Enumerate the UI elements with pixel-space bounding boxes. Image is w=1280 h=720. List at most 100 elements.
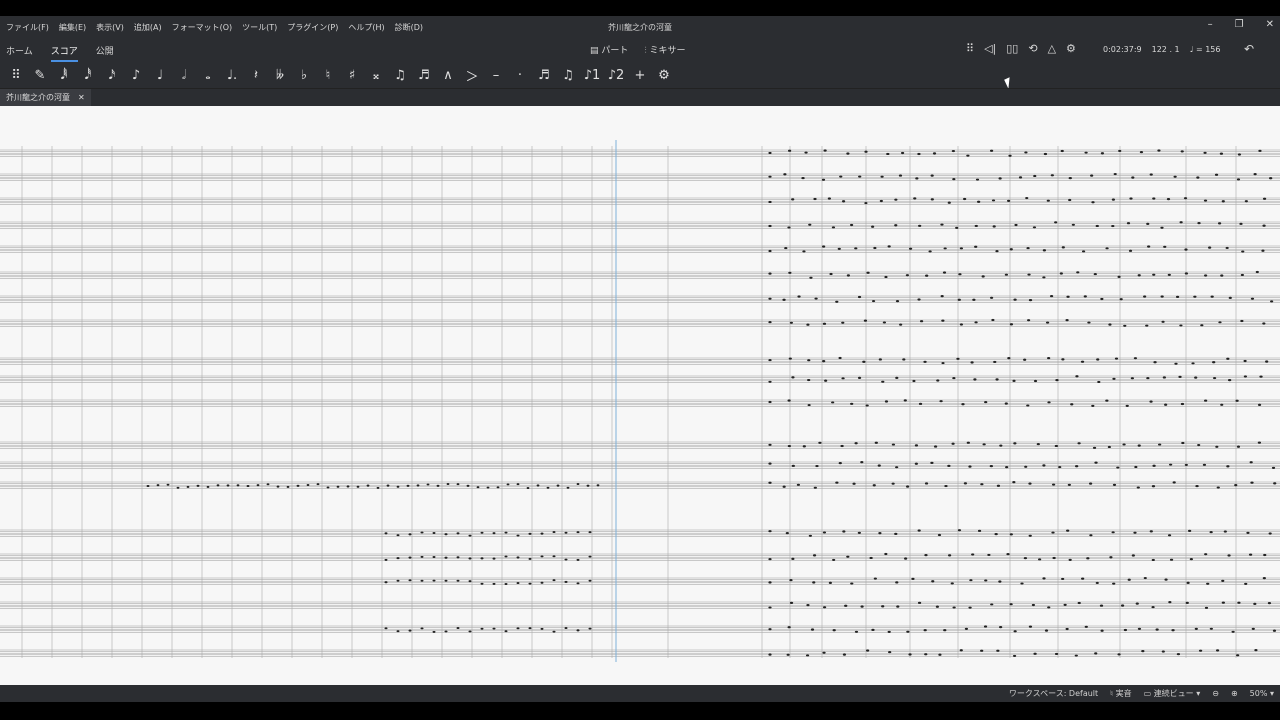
menu-tools[interactable]: ツール(T): [242, 22, 277, 33]
voice-2-icon[interactable]: ♪2: [604, 68, 628, 83]
double-sharp-icon[interactable]: 𝄪: [364, 68, 388, 83]
note-head: [1262, 197, 1267, 200]
menu-add[interactable]: 追加(A): [134, 22, 162, 33]
note-head: [964, 627, 969, 630]
note-head: [1163, 245, 1167, 248]
double-flat-icon[interactable]: 𝄫: [268, 68, 292, 83]
tab-score[interactable]: スコア: [50, 44, 78, 62]
quarter-note-icon[interactable]: ♩: [148, 68, 172, 83]
position-display: 122 . 1: [1151, 45, 1180, 54]
tab-home[interactable]: ホーム: [6, 44, 33, 62]
note-head: [966, 154, 970, 157]
note-head: [857, 295, 862, 299]
tie-icon[interactable]: ♫: [388, 68, 412, 83]
menu-file[interactable]: ファイル(F): [6, 22, 49, 33]
note-head: [564, 558, 568, 561]
dotted-note-icon[interactable]: ♩.: [220, 68, 244, 83]
marcato-icon[interactable]: ∧: [436, 68, 460, 83]
minimize-button[interactable]: –: [1208, 19, 1213, 30]
zoom-in-icon[interactable]: ⊕: [1231, 689, 1238, 698]
note-head: [937, 533, 942, 537]
maximize-button[interactable]: ❐: [1235, 19, 1244, 30]
voice-1-icon[interactable]: ♪1: [580, 68, 604, 83]
note-head: [822, 245, 826, 248]
menu-diagnostic[interactable]: 診断(D): [395, 22, 423, 33]
menu-edit[interactable]: 編集(E): [59, 22, 86, 33]
workspace-label[interactable]: ワークスペース: Default: [1009, 688, 1098, 699]
tab-publish[interactable]: 公開: [96, 44, 114, 62]
note-head: [1167, 534, 1172, 537]
rest-icon[interactable]: 𝄽: [244, 68, 268, 83]
zoom-out-icon[interactable]: ⊖: [1212, 689, 1219, 698]
note-head: [1268, 532, 1272, 535]
note-head: [266, 483, 270, 486]
note-head: [396, 557, 400, 560]
rewind-icon[interactable]: ◁|: [984, 42, 996, 55]
accent-icon[interactable]: ＞: [460, 66, 484, 85]
tenuto-icon[interactable]: –: [484, 68, 508, 83]
zoom-select[interactable]: 50% ▾: [1250, 689, 1274, 698]
note-head: [564, 580, 568, 583]
note-head: [878, 358, 882, 361]
note-head: [1054, 221, 1058, 224]
note-head: [1091, 201, 1095, 204]
menu-view[interactable]: 表示(V): [96, 22, 124, 33]
sixty-fourth-note-icon[interactable]: 𝅘𝅥𝅱: [52, 68, 76, 83]
loop-icon[interactable]: ⟲: [1028, 42, 1037, 55]
mixer-button[interactable]: ⫶ ミキサー: [644, 43, 685, 56]
add-icon[interactable]: +: [628, 68, 652, 83]
eighth-note-icon[interactable]: ♪: [124, 68, 148, 83]
score-canvas[interactable]: [0, 106, 1280, 686]
note-head: [852, 482, 856, 485]
note-head: [1133, 531, 1137, 534]
note-head: [1219, 152, 1224, 155]
metronome-icon[interactable]: △: [1048, 42, 1056, 55]
note-head: [1024, 151, 1028, 154]
note-head: [838, 462, 842, 465]
drag-handle-icon[interactable]: ⠿: [966, 42, 974, 55]
slur-icon[interactable]: ♬: [412, 68, 436, 83]
note-head: [1044, 629, 1049, 632]
note-head: [1147, 245, 1151, 248]
score-view[interactable]: [0, 106, 1280, 686]
note-head: [982, 443, 986, 446]
menu-help[interactable]: ヘルプ(H): [348, 22, 384, 33]
note-head: [1135, 602, 1139, 605]
play-pause-icon[interactable]: ▯▯: [1006, 42, 1018, 55]
parts-label: パート: [601, 46, 629, 56]
note-head: [866, 271, 870, 274]
note-head: [1077, 442, 1081, 445]
whole-note-icon[interactable]: 𝅝: [196, 68, 220, 83]
note-head: [1143, 576, 1147, 580]
view-mode-select[interactable]: ▭ 連続ビュー ▾: [1144, 688, 1201, 699]
flip-icon[interactable]: ♫: [556, 68, 580, 83]
sharp-icon[interactable]: ♯: [340, 68, 364, 83]
time-display: 0:02:37:9: [1103, 45, 1142, 54]
note-head: [865, 404, 869, 407]
natural-icon[interactable]: ♮: [316, 68, 340, 83]
tuplet-icon[interactable]: ♬: [532, 68, 556, 83]
menu-format[interactable]: フォーマット(O): [172, 22, 233, 33]
half-note-icon[interactable]: 𝅗𝅥: [172, 68, 196, 83]
note-head: [1228, 296, 1232, 299]
note-head: [894, 532, 898, 535]
sixteenth-note-icon[interactable]: 𝅘𝅥𝅯: [100, 68, 124, 83]
thirty-second-note-icon[interactable]: 𝅘𝅥𝅰: [76, 68, 100, 83]
note-head: [944, 484, 948, 488]
close-window-button[interactable]: ✕: [1266, 19, 1274, 30]
close-tab-icon[interactable]: ✕: [78, 89, 85, 107]
undo-icon[interactable]: ↶: [1244, 42, 1254, 56]
staccato-icon[interactable]: ·: [508, 68, 532, 83]
note-head: [822, 360, 826, 363]
document-tab[interactable]: 芥川龍之介の河童 ✕: [0, 89, 91, 107]
parts-button[interactable]: ▤ パート: [590, 43, 628, 56]
status-bar: ワークスペース: Default ♮ 実音 ▭ 連続ビュー ▾ ⊖ ⊕ 50% …: [0, 685, 1280, 702]
flat-icon[interactable]: ♭: [292, 68, 316, 83]
customize-icon[interactable]: ⚙: [652, 68, 676, 83]
palette-handle-icon[interactable]: ⠿: [4, 68, 28, 83]
concert-pitch-toggle[interactable]: ♮ 実音: [1110, 688, 1131, 699]
note-input-icon[interactable]: ✎: [28, 68, 52, 83]
menu-plugins[interactable]: プラグイン(P): [287, 22, 338, 33]
playback-settings-icon[interactable]: ⚙: [1066, 42, 1076, 55]
note-head: [1095, 581, 1099, 585]
